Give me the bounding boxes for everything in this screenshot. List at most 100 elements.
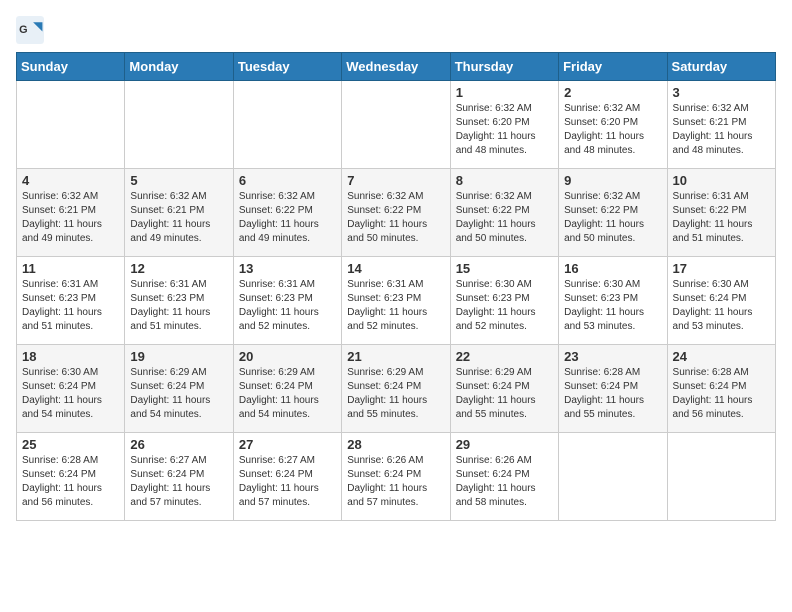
day-info: Sunrise: 6:30 AM Sunset: 6:24 PM Dayligh… [673, 278, 770, 334]
day-info: Sunrise: 6:30 AM Sunset: 6:23 PM Dayligh… [456, 278, 553, 334]
day-number: 15 [456, 261, 553, 276]
calendar-cell [17, 81, 125, 169]
day-info: Sunrise: 6:32 AM Sunset: 6:22 PM Dayligh… [347, 190, 444, 246]
day-info: Sunrise: 6:32 AM Sunset: 6:22 PM Dayligh… [564, 190, 661, 246]
day-number: 18 [22, 349, 119, 364]
day-info: Sunrise: 6:28 AM Sunset: 6:24 PM Dayligh… [22, 454, 119, 510]
logo: G [16, 16, 48, 44]
calendar-week-row: 18 Sunrise: 6:30 AM Sunset: 6:24 PM Dayli… [17, 345, 776, 433]
day-info: Sunrise: 6:26 AM Sunset: 6:24 PM Dayligh… [456, 454, 553, 510]
day-number: 12 [130, 261, 227, 276]
day-info: Sunrise: 6:27 AM Sunset: 6:24 PM Dayligh… [239, 454, 336, 510]
calendar-cell: 10 Sunrise: 6:31 AM Sunset: 6:22 PM Dayli… [667, 169, 775, 257]
calendar-cell: 18 Sunrise: 6:30 AM Sunset: 6:24 PM Dayli… [17, 345, 125, 433]
day-number: 19 [130, 349, 227, 364]
calendar-cell: 13 Sunrise: 6:31 AM Sunset: 6:23 PM Dayli… [233, 257, 341, 345]
calendar-cell: 27 Sunrise: 6:27 AM Sunset: 6:24 PM Dayli… [233, 433, 341, 521]
calendar-week-row: 25 Sunrise: 6:28 AM Sunset: 6:24 PM Dayli… [17, 433, 776, 521]
day-number: 11 [22, 261, 119, 276]
day-number: 5 [130, 173, 227, 188]
day-info: Sunrise: 6:28 AM Sunset: 6:24 PM Dayligh… [564, 366, 661, 422]
calendar-cell: 4 Sunrise: 6:32 AM Sunset: 6:21 PM Daylig… [17, 169, 125, 257]
day-number: 21 [347, 349, 444, 364]
day-number: 26 [130, 437, 227, 452]
day-info: Sunrise: 6:31 AM Sunset: 6:22 PM Dayligh… [673, 190, 770, 246]
day-info: Sunrise: 6:32 AM Sunset: 6:20 PM Dayligh… [564, 102, 661, 158]
day-number: 23 [564, 349, 661, 364]
day-info: Sunrise: 6:29 AM Sunset: 6:24 PM Dayligh… [456, 366, 553, 422]
day-info: Sunrise: 6:30 AM Sunset: 6:24 PM Dayligh… [22, 366, 119, 422]
day-header-saturday: Saturday [667, 53, 775, 81]
day-header-monday: Monday [125, 53, 233, 81]
day-number: 25 [22, 437, 119, 452]
calendar-table: SundayMondayTuesdayWednesdayThursdayFrid… [16, 52, 776, 521]
day-number: 14 [347, 261, 444, 276]
day-number: 20 [239, 349, 336, 364]
calendar-cell: 29Sunrise: 6:26 AM Sunset: 6:24 PM Dayli… [450, 433, 558, 521]
calendar-cell: 28 Sunrise: 6:26 AM Sunset: 6:24 PM Dayli… [342, 433, 450, 521]
calendar-cell [559, 433, 667, 521]
calendar-cell: 22Sunrise: 6:29 AM Sunset: 6:24 PM Dayli… [450, 345, 558, 433]
day-info: Sunrise: 6:29 AM Sunset: 6:24 PM Dayligh… [347, 366, 444, 422]
calendar-cell: 11 Sunrise: 6:31 AM Sunset: 6:23 PM Dayli… [17, 257, 125, 345]
day-number: 16 [564, 261, 661, 276]
day-info: Sunrise: 6:32 AM Sunset: 6:22 PM Dayligh… [239, 190, 336, 246]
calendar-cell: 20 Sunrise: 6:29 AM Sunset: 6:24 PM Dayli… [233, 345, 341, 433]
day-header-wednesday: Wednesday [342, 53, 450, 81]
day-number: 28 [347, 437, 444, 452]
day-header-friday: Friday [559, 53, 667, 81]
calendar-cell: 24 Sunrise: 6:28 AM Sunset: 6:24 PM Dayli… [667, 345, 775, 433]
logo-icon: G [16, 16, 44, 44]
day-number: 24 [673, 349, 770, 364]
calendar-cell: 19 Sunrise: 6:29 AM Sunset: 6:24 PM Dayli… [125, 345, 233, 433]
calendar-cell: 1 Sunrise: 6:32 AM Sunset: 6:20 PM Daylig… [450, 81, 558, 169]
day-info: Sunrise: 6:32 AM Sunset: 6:21 PM Dayligh… [130, 190, 227, 246]
calendar-cell: 6Sunrise: 6:32 AM Sunset: 6:22 PM Daylig… [233, 169, 341, 257]
day-number: 10 [673, 173, 770, 188]
day-info: Sunrise: 6:31 AM Sunset: 6:23 PM Dayligh… [22, 278, 119, 334]
page-header: G [16, 16, 776, 44]
calendar-cell: 25 Sunrise: 6:28 AM Sunset: 6:24 PM Dayli… [17, 433, 125, 521]
calendar-week-row: 11 Sunrise: 6:31 AM Sunset: 6:23 PM Dayli… [17, 257, 776, 345]
calendar-week-row: 1 Sunrise: 6:32 AM Sunset: 6:20 PM Daylig… [17, 81, 776, 169]
day-info: Sunrise: 6:31 AM Sunset: 6:23 PM Dayligh… [130, 278, 227, 334]
day-info: Sunrise: 6:31 AM Sunset: 6:23 PM Dayligh… [347, 278, 444, 334]
day-info: Sunrise: 6:29 AM Sunset: 6:24 PM Dayligh… [130, 366, 227, 422]
calendar-cell: 21 Sunrise: 6:29 AM Sunset: 6:24 PM Dayli… [342, 345, 450, 433]
calendar-cell [233, 81, 341, 169]
calendar-cell: 2Sunrise: 6:32 AM Sunset: 6:20 PM Daylig… [559, 81, 667, 169]
calendar-cell: 5 Sunrise: 6:32 AM Sunset: 6:21 PM Daylig… [125, 169, 233, 257]
calendar-cell: 16Sunrise: 6:30 AM Sunset: 6:23 PM Dayli… [559, 257, 667, 345]
day-info: Sunrise: 6:32 AM Sunset: 6:20 PM Dayligh… [456, 102, 553, 158]
day-number: 3 [673, 85, 770, 100]
day-number: 13 [239, 261, 336, 276]
calendar-cell [667, 433, 775, 521]
day-info: Sunrise: 6:31 AM Sunset: 6:23 PM Dayligh… [239, 278, 336, 334]
day-info: Sunrise: 6:32 AM Sunset: 6:22 PM Dayligh… [456, 190, 553, 246]
calendar-cell: 14 Sunrise: 6:31 AM Sunset: 6:23 PM Dayli… [342, 257, 450, 345]
calendar-cell: 7Sunrise: 6:32 AM Sunset: 6:22 PM Daylig… [342, 169, 450, 257]
calendar-cell: 15 Sunrise: 6:30 AM Sunset: 6:23 PM Dayli… [450, 257, 558, 345]
calendar-cell: 3Sunrise: 6:32 AM Sunset: 6:21 PM Daylig… [667, 81, 775, 169]
day-header-sunday: Sunday [17, 53, 125, 81]
day-info: Sunrise: 6:26 AM Sunset: 6:24 PM Dayligh… [347, 454, 444, 510]
day-info: Sunrise: 6:27 AM Sunset: 6:24 PM Dayligh… [130, 454, 227, 510]
day-number: 8 [456, 173, 553, 188]
calendar-cell [125, 81, 233, 169]
calendar-cell: 17 Sunrise: 6:30 AM Sunset: 6:24 PM Dayli… [667, 257, 775, 345]
day-number: 17 [673, 261, 770, 276]
calendar-header-row: SundayMondayTuesdayWednesdayThursdayFrid… [17, 53, 776, 81]
day-number: 1 [456, 85, 553, 100]
calendar-cell: 23 Sunrise: 6:28 AM Sunset: 6:24 PM Dayli… [559, 345, 667, 433]
calendar-cell: 8 Sunrise: 6:32 AM Sunset: 6:22 PM Daylig… [450, 169, 558, 257]
day-number: 4 [22, 173, 119, 188]
day-info: Sunrise: 6:32 AM Sunset: 6:21 PM Dayligh… [22, 190, 119, 246]
day-info: Sunrise: 6:28 AM Sunset: 6:24 PM Dayligh… [673, 366, 770, 422]
day-number: 27 [239, 437, 336, 452]
calendar-cell: 12 Sunrise: 6:31 AM Sunset: 6:23 PM Dayli… [125, 257, 233, 345]
day-number: 9 [564, 173, 661, 188]
day-header-tuesday: Tuesday [233, 53, 341, 81]
calendar-week-row: 4 Sunrise: 6:32 AM Sunset: 6:21 PM Daylig… [17, 169, 776, 257]
day-header-thursday: Thursday [450, 53, 558, 81]
day-info: Sunrise: 6:29 AM Sunset: 6:24 PM Dayligh… [239, 366, 336, 422]
